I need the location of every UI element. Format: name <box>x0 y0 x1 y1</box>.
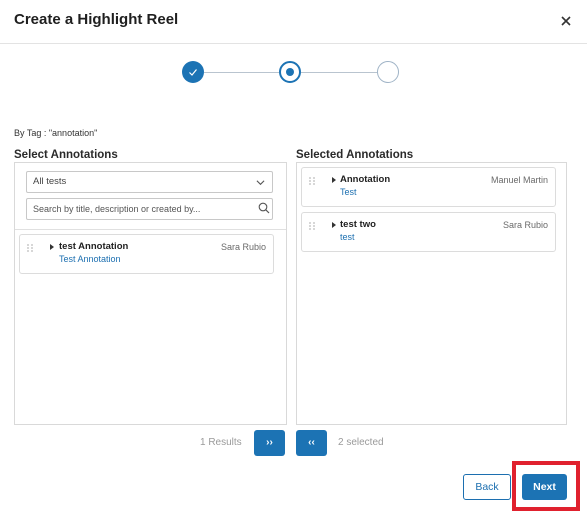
step-3-pending <box>377 61 399 83</box>
search-input[interactable] <box>26 198 273 220</box>
annotation-subtitle: test <box>340 232 355 242</box>
tag-filter-text: By Tag : "annotation" <box>14 128 98 138</box>
selected-annotation-card[interactable]: Annotation Test Manuel Martin <box>301 167 556 207</box>
annotation-card[interactable]: test Annotation Test Annotation Sara Rub… <box>19 234 274 274</box>
annotation-author: Manuel Martin <box>490 175 548 185</box>
selected-annotations-panel: Annotation Test Manuel Martin test two t… <box>296 162 567 425</box>
close-icon[interactable] <box>558 13 574 29</box>
step-2-current <box>279 61 301 83</box>
available-annotations-panel: All tests test Annotation Test Annotatio… <box>14 162 287 425</box>
selected-count: 2 selected <box>338 437 384 448</box>
caret-right-icon[interactable] <box>332 177 336 183</box>
dialog-header: Create a Highlight Reel <box>0 0 587 44</box>
stepper-line <box>301 72 377 73</box>
annotation-author: Sara Rubio <box>502 220 548 230</box>
step-1-complete <box>182 61 204 83</box>
panel-divider <box>15 229 286 230</box>
stepper-line <box>204 72 279 73</box>
test-filter-select[interactable]: All tests <box>26 171 273 193</box>
selected-annotation-card[interactable]: test two test Sara Rubio <box>301 212 556 252</box>
annotation-title: Annotation <box>340 174 391 185</box>
check-icon <box>189 69 197 76</box>
annotation-subtitle: Test Annotation <box>59 254 121 264</box>
select-value: All tests <box>33 176 67 187</box>
drag-handle-icon[interactable] <box>308 176 316 186</box>
caret-right-icon[interactable] <box>50 244 54 250</box>
annotation-title: test Annotation <box>59 241 129 252</box>
annotation-author: Sara Rubio <box>220 242 266 252</box>
next-button[interactable]: Next <box>522 474 567 500</box>
wizard-stepper <box>181 61 401 85</box>
add-selected-button[interactable]: ›› <box>254 430 285 456</box>
annotation-subtitle: Test <box>340 187 357 197</box>
search-icon[interactable] <box>258 202 270 214</box>
chevron-down-icon <box>256 180 265 186</box>
dialog-title: Create a Highlight Reel <box>14 11 179 28</box>
selected-annotations-heading: Selected Annotations <box>296 149 414 161</box>
drag-handle-icon[interactable] <box>308 221 316 231</box>
current-step-dot <box>286 68 294 76</box>
drag-handle-icon[interactable] <box>26 243 34 253</box>
select-annotations-heading: Select Annotations <box>14 149 118 161</box>
caret-right-icon[interactable] <box>332 222 336 228</box>
results-count: 1 Results <box>200 437 242 448</box>
annotation-title: test two <box>340 219 376 230</box>
remove-selected-button[interactable]: ‹‹ <box>296 430 327 456</box>
back-button[interactable]: Back <box>463 474 511 500</box>
